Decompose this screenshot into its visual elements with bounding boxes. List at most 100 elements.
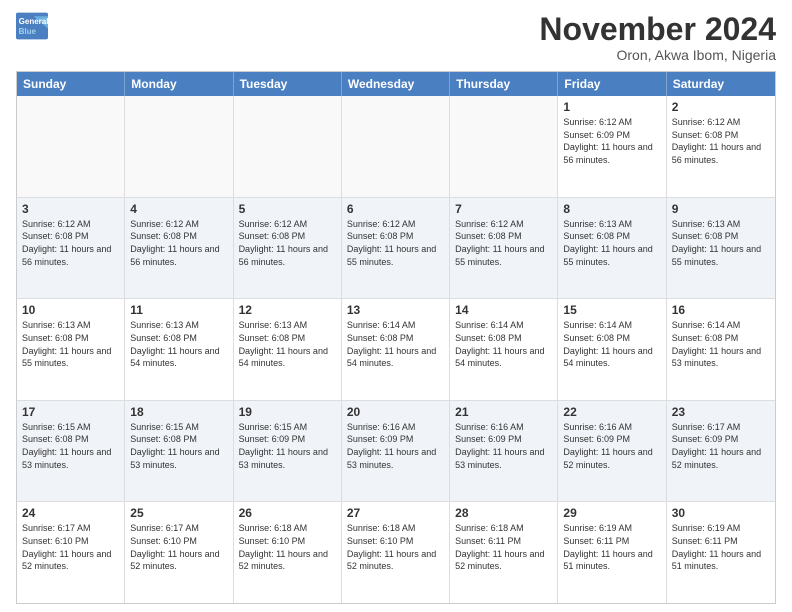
page-container: General Blue November 2024 Oron, Akwa Ib…	[0, 0, 792, 612]
svg-text:Blue: Blue	[19, 27, 37, 36]
day-info: Sunrise: 6:14 AM Sunset: 6:08 PM Dayligh…	[672, 319, 770, 369]
day-info: Sunrise: 6:12 AM Sunset: 6:09 PM Dayligh…	[563, 116, 660, 166]
day-number: 4	[130, 202, 227, 216]
calendar-cell: 11 Sunrise: 6:13 AM Sunset: 6:08 PM Dayli…	[125, 299, 233, 400]
day-number: 17	[22, 405, 119, 419]
title-block: November 2024 Oron, Akwa Ibom, Nigeria	[539, 12, 776, 63]
day-info: Sunrise: 6:18 AM Sunset: 6:10 PM Dayligh…	[239, 522, 336, 572]
weekday-header: Monday	[125, 72, 233, 96]
calendar-cell: 21Sunrise: 6:16 AM Sunset: 6:09 PM Dayli…	[450, 401, 558, 502]
day-info: Sunrise: 6:12 AM Sunset: 6:08 PM Dayligh…	[22, 218, 119, 268]
calendar-cell: 19 Sunrise: 6:15 AM Sunset: 6:09 PM Dayli…	[234, 401, 342, 502]
calendar-cell: 20 Sunrise: 6:16 AM Sunset: 6:09 PM Dayli…	[342, 401, 450, 502]
day-number: 5	[239, 202, 336, 216]
day-number: 10	[22, 303, 119, 317]
calendar-row: 3 Sunrise: 6:12 AM Sunset: 6:08 PM Daylig…	[17, 198, 775, 300]
calendar-row: 24 Sunrise: 6:17 AM Sunset: 6:10 PM Dayli…	[17, 502, 775, 603]
month-title: November 2024	[539, 12, 776, 47]
day-number: 25	[130, 506, 227, 520]
calendar-cell: 2Sunrise: 6:12 AM Sunset: 6:08 PM Daylig…	[667, 96, 775, 197]
calendar-cell: 7 Sunrise: 6:12 AM Sunset: 6:08 PM Daylig…	[450, 198, 558, 299]
calendar-cell	[450, 96, 558, 197]
day-number: 26	[239, 506, 336, 520]
day-number: 8	[563, 202, 660, 216]
day-info: Sunrise: 6:18 AM Sunset: 6:11 PM Dayligh…	[455, 522, 552, 572]
day-info: Sunrise: 6:13 AM Sunset: 6:08 PM Dayligh…	[563, 218, 660, 268]
logo: General Blue	[16, 12, 48, 40]
day-info: Sunrise: 6:15 AM Sunset: 6:08 PM Dayligh…	[22, 421, 119, 471]
day-number: 23	[672, 405, 770, 419]
calendar-body: 1 Sunrise: 6:12 AM Sunset: 6:09 PM Daylig…	[17, 96, 775, 603]
weekday-header: Tuesday	[234, 72, 342, 96]
day-info: Sunrise: 6:14 AM Sunset: 6:08 PM Dayligh…	[347, 319, 444, 369]
calendar-cell: 9Sunrise: 6:13 AM Sunset: 6:08 PM Daylig…	[667, 198, 775, 299]
calendar-cell	[342, 96, 450, 197]
day-number: 16	[672, 303, 770, 317]
calendar-cell: 5 Sunrise: 6:12 AM Sunset: 6:08 PM Daylig…	[234, 198, 342, 299]
day-info: Sunrise: 6:12 AM Sunset: 6:08 PM Dayligh…	[239, 218, 336, 268]
day-number: 7	[455, 202, 552, 216]
calendar-cell: 12 Sunrise: 6:13 AM Sunset: 6:08 PM Dayli…	[234, 299, 342, 400]
day-info: Sunrise: 6:16 AM Sunset: 6:09 PM Dayligh…	[347, 421, 444, 471]
calendar-cell: 6Sunrise: 6:12 AM Sunset: 6:08 PM Daylig…	[342, 198, 450, 299]
calendar-header: SundayMondayTuesdayWednesdayThursdayFrid…	[17, 72, 775, 96]
calendar-cell: 24 Sunrise: 6:17 AM Sunset: 6:10 PM Dayli…	[17, 502, 125, 603]
day-number: 2	[672, 100, 770, 114]
calendar-cell: 16 Sunrise: 6:14 AM Sunset: 6:08 PM Dayli…	[667, 299, 775, 400]
day-info: Sunrise: 6:13 AM Sunset: 6:08 PM Dayligh…	[239, 319, 336, 369]
day-info: Sunrise: 6:13 AM Sunset: 6:08 PM Dayligh…	[130, 319, 227, 369]
calendar-cell	[17, 96, 125, 197]
calendar-cell: 15 Sunrise: 6:14 AM Sunset: 6:08 PM Dayli…	[558, 299, 666, 400]
weekday-header: Sunday	[17, 72, 125, 96]
calendar: SundayMondayTuesdayWednesdayThursdayFrid…	[16, 71, 776, 604]
day-number: 3	[22, 202, 119, 216]
day-number: 24	[22, 506, 119, 520]
calendar-cell: 10Sunrise: 6:13 AM Sunset: 6:08 PM Dayli…	[17, 299, 125, 400]
day-number: 1	[563, 100, 660, 114]
weekday-header: Thursday	[450, 72, 558, 96]
day-info: Sunrise: 6:19 AM Sunset: 6:11 PM Dayligh…	[563, 522, 660, 572]
calendar-cell: 17 Sunrise: 6:15 AM Sunset: 6:08 PM Dayli…	[17, 401, 125, 502]
day-number: 29	[563, 506, 660, 520]
calendar-cell: 3 Sunrise: 6:12 AM Sunset: 6:08 PM Daylig…	[17, 198, 125, 299]
svg-text:General: General	[19, 17, 48, 26]
day-number: 27	[347, 506, 444, 520]
day-info: Sunrise: 6:14 AM Sunset: 6:08 PM Dayligh…	[455, 319, 552, 369]
logo-icon: General Blue	[16, 12, 48, 40]
location: Oron, Akwa Ibom, Nigeria	[539, 47, 776, 63]
day-info: Sunrise: 6:12 AM Sunset: 6:08 PM Dayligh…	[455, 218, 552, 268]
day-number: 18	[130, 405, 227, 419]
calendar-cell: 14Sunrise: 6:14 AM Sunset: 6:08 PM Dayli…	[450, 299, 558, 400]
calendar-row: 10 Sunrise: 6:13 AM Sunset: 6:08 PM Dayli…	[17, 299, 775, 401]
day-info: Sunrise: 6:13 AM Sunset: 6:08 PM Dayligh…	[672, 218, 770, 268]
day-info: Sunrise: 6:17 AM Sunset: 6:10 PM Dayligh…	[22, 522, 119, 572]
calendar-cell: 4 Sunrise: 6:12 AM Sunset: 6:08 PM Daylig…	[125, 198, 233, 299]
calendar-cell: 8 Sunrise: 6:13 AM Sunset: 6:08 PM Daylig…	[558, 198, 666, 299]
weekday-header: Saturday	[667, 72, 775, 96]
calendar-cell: 27 Sunrise: 6:18 AM Sunset: 6:10 PM Dayli…	[342, 502, 450, 603]
day-info: Sunrise: 6:19 AM Sunset: 6:11 PM Dayligh…	[672, 522, 770, 572]
day-number: 11	[130, 303, 227, 317]
day-number: 12	[239, 303, 336, 317]
calendar-cell: 26 Sunrise: 6:18 AM Sunset: 6:10 PM Dayli…	[234, 502, 342, 603]
calendar-cell: 28Sunrise: 6:18 AM Sunset: 6:11 PM Dayli…	[450, 502, 558, 603]
calendar-cell: 23Sunrise: 6:17 AM Sunset: 6:09 PM Dayli…	[667, 401, 775, 502]
day-number: 21	[455, 405, 552, 419]
day-number: 19	[239, 405, 336, 419]
calendar-row: 17 Sunrise: 6:15 AM Sunset: 6:08 PM Dayli…	[17, 401, 775, 503]
day-number: 20	[347, 405, 444, 419]
day-info: Sunrise: 6:15 AM Sunset: 6:09 PM Dayligh…	[239, 421, 336, 471]
calendar-cell	[125, 96, 233, 197]
calendar-cell: 18 Sunrise: 6:15 AM Sunset: 6:08 PM Dayli…	[125, 401, 233, 502]
calendar-cell: 22 Sunrise: 6:16 AM Sunset: 6:09 PM Dayli…	[558, 401, 666, 502]
calendar-row: 1 Sunrise: 6:12 AM Sunset: 6:09 PM Daylig…	[17, 96, 775, 198]
day-info: Sunrise: 6:15 AM Sunset: 6:08 PM Dayligh…	[130, 421, 227, 471]
day-info: Sunrise: 6:12 AM Sunset: 6:08 PM Dayligh…	[130, 218, 227, 268]
day-info: Sunrise: 6:16 AM Sunset: 6:09 PM Dayligh…	[563, 421, 660, 471]
day-number: 22	[563, 405, 660, 419]
calendar-cell: 30Sunrise: 6:19 AM Sunset: 6:11 PM Dayli…	[667, 502, 775, 603]
day-number: 13	[347, 303, 444, 317]
day-number: 15	[563, 303, 660, 317]
day-info: Sunrise: 6:18 AM Sunset: 6:10 PM Dayligh…	[347, 522, 444, 572]
day-info: Sunrise: 6:14 AM Sunset: 6:08 PM Dayligh…	[563, 319, 660, 369]
